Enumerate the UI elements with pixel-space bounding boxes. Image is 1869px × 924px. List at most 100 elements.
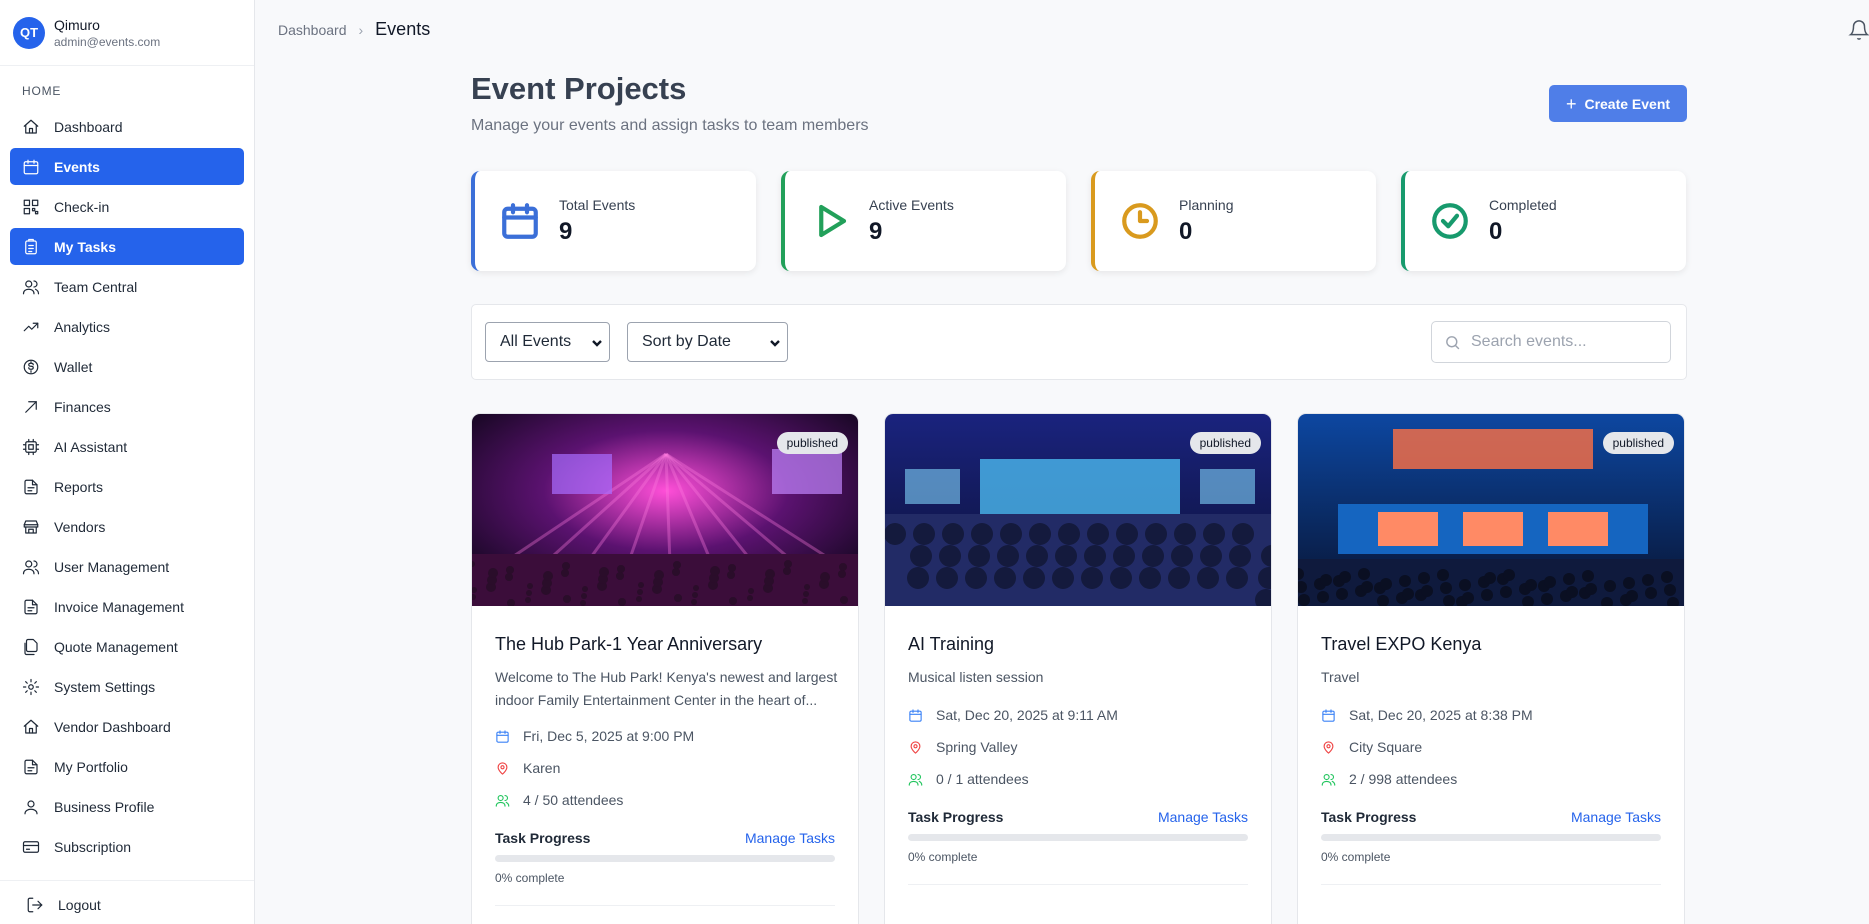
chevron-right-icon: › [358,21,364,38]
stat-card-completed: Completed 0 [1401,171,1686,271]
chevron-down-icon [769,336,781,348]
search-icon [1446,335,1460,349]
event-attendees: 2 / 998 attendees [1321,771,1457,787]
calendar-icon [496,729,509,743]
task-progress-label: Task Progress [495,830,591,846]
sidebar-section-label: HOME [22,84,62,98]
task-progress-label: Task Progress [908,809,1004,825]
sidebar: QT Qimuro admin@events.com HOME Dashboar… [0,0,255,924]
event-card[interactable]: published Travel EXPO Kenya Travel Sat, Dec… [1297,413,1685,924]
sidebar-item-check-in[interactable]: Check-in [10,188,244,225]
sidebar-item-label: Team Central [54,278,138,295]
sidebar-item-user-management[interactable]: User Management [10,548,244,585]
create-event-button[interactable]: + Create Event [1549,85,1687,122]
sidebar-item-subscription[interactable]: Subscription [10,828,244,865]
sidebar-item-label: Finances [54,398,111,415]
progress-bar [1321,834,1661,841]
sidebar-item-label: User Management [54,558,170,575]
create-event-label: Create Event [1584,95,1671,112]
calendar-icon [23,159,39,174]
file-icon [24,479,38,494]
calendar-icon [1322,708,1335,722]
event-description: Musical listen session [908,669,1044,685]
event-title[interactable]: The Hub Park-1 Year Anniversary [495,634,762,655]
sidebar-item-label: Vendors [54,518,106,535]
sidebar-item-team-central[interactable]: Team Central [10,268,244,305]
progress-percent: 0% complete [908,850,978,864]
sidebar-item-wallet[interactable]: Wallet [10,348,244,385]
home-icon [23,719,39,734]
manage-tasks-link[interactable]: Manage Tasks [1571,809,1661,825]
event-filter-value: All Events [500,333,572,350]
sidebar-item-dashboard[interactable]: Dashboard [10,108,244,145]
event-date: Fri, Dec 5, 2025 at 9:00 PM [495,728,694,744]
users-icon [1321,773,1336,786]
event-title[interactable]: AI Training [908,634,994,655]
event-date-text: Sat, Dec 20, 2025 at 8:38 PM [1349,707,1533,723]
manage-tasks-link[interactable]: Manage Tasks [1158,809,1248,825]
event-date: Sat, Dec 20, 2025 at 8:38 PM [1321,707,1533,723]
event-filter-select[interactable]: All Events [485,322,610,362]
stat-value: 9 [869,218,883,245]
event-card[interactable]: published The Hub Park-1 Year Anniversary… [471,413,859,924]
notification-button[interactable] [1848,19,1869,41]
stat-label: Total Events [559,197,636,213]
qr-code-icon [23,199,39,214]
card-divider [1321,884,1661,885]
sort-select[interactable]: Sort by Date [627,322,788,362]
users-icon [908,773,923,786]
avatar[interactable]: QT [13,16,45,49]
user-name: Qimuro [54,16,100,33]
sidebar-item-quote-management[interactable]: Quote Management [10,628,244,665]
event-location-text: Spring Valley [936,739,1018,755]
trending-up-icon [23,322,39,331]
sidebar-item-invoice-management[interactable]: Invoice Management [10,588,244,625]
map-pin-icon [910,740,921,754]
status-badge: published [776,432,848,454]
sidebar-item-vendors[interactable]: Vendors [10,508,244,545]
sidebar-item-label: AI Assistant [54,438,128,455]
sidebar-item-label: System Settings [54,678,156,695]
clock-icon [1119,200,1161,242]
event-description: Welcome to The Hub Park! Kenya's newest … [495,669,838,708]
credit-card-icon [22,840,40,853]
sidebar-item-events[interactable]: Events [10,148,244,185]
sidebar-item-analytics[interactable]: Analytics [10,308,244,345]
sidebar-item-finances[interactable]: Finances [10,388,244,425]
event-card[interactable]: published AI Training Musical listen sessi… [884,413,1272,924]
stat-label: Active Events [869,197,954,213]
event-location-text: Karen [523,760,561,776]
search-placeholder: Search events... [1471,333,1587,350]
calendar-icon [909,708,922,722]
sidebar-item-ai-assistant[interactable]: AI Assistant [10,428,244,465]
stat-value: 9 [559,218,573,245]
progress-percent: 0% complete [1321,850,1391,864]
progress-percent: 0% complete [495,871,565,885]
sidebar-item-my-portfolio[interactable]: My Portfolio [10,748,244,785]
stat-value: 0 [1179,218,1193,245]
sidebar-item-vendor-dashboard[interactable]: Vendor Dashboard [10,708,244,745]
store-icon [23,519,39,534]
sidebar-item-my-tasks[interactable]: My Tasks [10,228,244,265]
event-date: Sat, Dec 20, 2025 at 9:11 AM [908,707,1118,723]
file-icon [24,759,38,774]
search-input[interactable]: Search events... [1431,321,1671,363]
logout-button[interactable]: Logout [0,885,254,924]
status-badge: published [1602,432,1674,454]
bell-icon [1848,20,1869,40]
sidebar-item-system-settings[interactable]: System Settings [10,668,244,705]
user-profile[interactable]: QT Qimuro admin@events.com [0,0,254,66]
manage-tasks-link[interactable]: Manage Tasks [745,830,835,846]
event-attendees: 4 / 50 attendees [495,792,623,808]
user-icon [24,799,38,814]
sidebar-item-reports[interactable]: Reports [10,468,244,505]
event-date-text: Sat, Dec 20, 2025 at 9:11 AM [936,707,1118,723]
breadcrumb-root[interactable]: Dashboard [278,22,347,38]
stat-label: Completed [1489,197,1557,213]
event-title[interactable]: Travel EXPO Kenya [1321,634,1481,655]
sidebar-item-business-profile[interactable]: Business Profile [10,788,244,825]
gear-icon [22,678,40,695]
event-attendees-text: 2 / 998 attendees [1349,771,1458,787]
sidebar-item-label: Quote Management [54,638,178,655]
page-subtitle: Manage your events and assign tasks to t… [471,117,869,134]
